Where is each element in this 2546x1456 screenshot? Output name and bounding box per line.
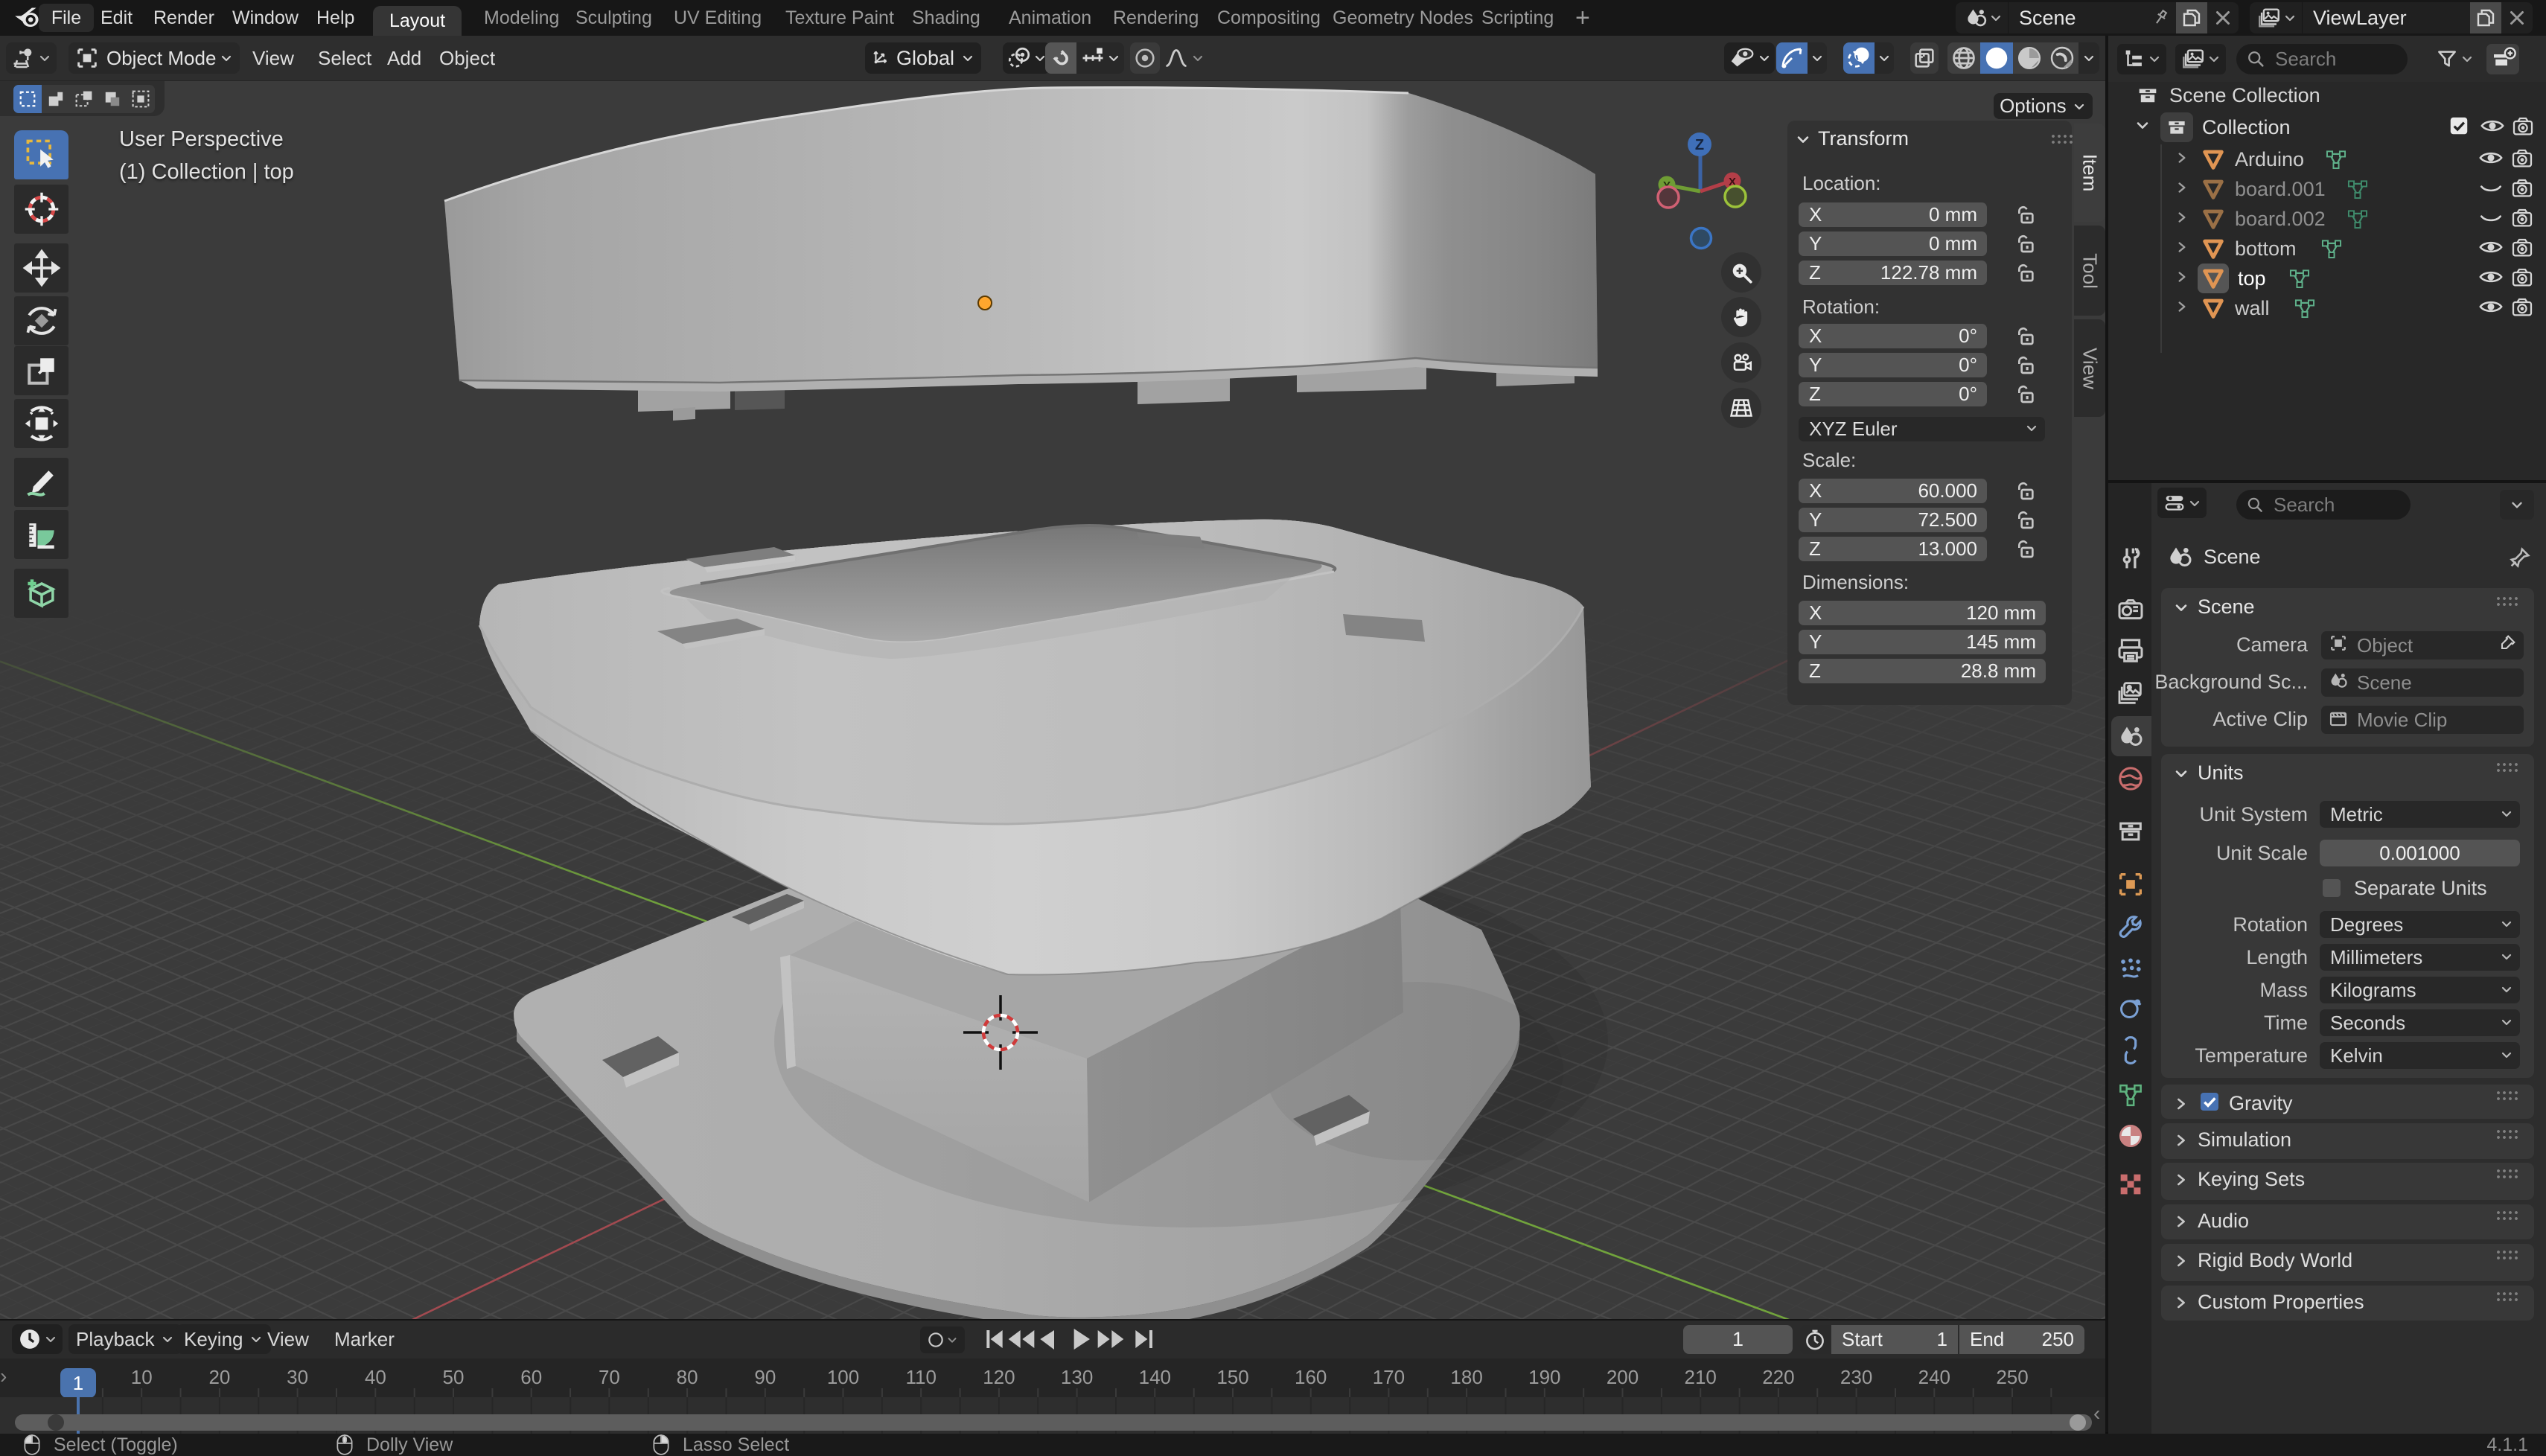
svg-text:Z: Z <box>1695 137 1704 153</box>
